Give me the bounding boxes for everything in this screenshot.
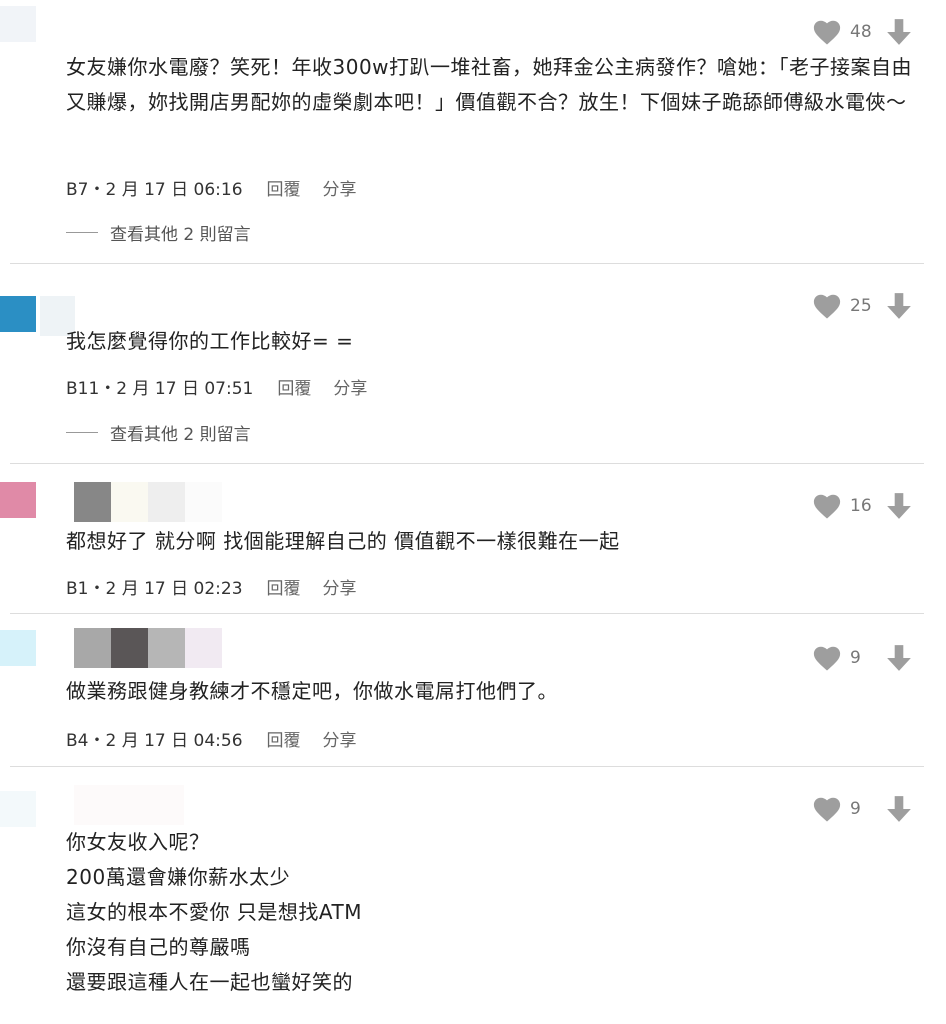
divider-line [66,232,98,233]
like-count: 48 [850,22,872,42]
like-count: 9 [850,648,861,668]
like-button[interactable]: 25 [812,292,880,320]
reply-button[interactable]: 回覆 [277,374,311,399]
comment-actions: 48 [812,18,912,46]
comment-line: 這女的根本不愛你 只是想找ATM [66,900,362,924]
share-button[interactable]: 分享 [333,374,367,399]
like-button[interactable]: 9 [812,644,880,672]
view-more-label: 查看其他 2 則留言 [110,225,251,245]
floor-date: B7・2 月 17 日 06:16 [66,180,243,200]
heart-icon [813,797,841,822]
divider-line [66,432,98,433]
comment-text: 做業務跟健身教練才不穩定吧，你做水電屌打他們了。 [66,679,558,703]
avatar[interactable] [0,630,36,666]
view-more-replies[interactable]: 查看其他 2 則留言 [66,420,251,445]
username-redacted [74,628,222,668]
comment-text: 我怎麼覺得你的工作比較好= = [66,329,354,353]
comment-line: 你女友收入呢？ [66,830,210,854]
comment-line: 你沒有自己的尊嚴嗎 [66,935,251,959]
heart-icon [813,646,841,671]
avatar[interactable] [0,791,36,827]
view-more-label: 查看其他 2 則留言 [110,425,251,445]
divider [10,263,924,264]
floor-date: B1・2 月 17 日 02:23 [66,579,243,599]
arrow-down-icon[interactable] [886,292,912,320]
view-more-replies[interactable]: 查看其他 2 則留言 [66,220,251,245]
arrow-down-icon[interactable] [886,795,912,823]
comment-actions: 9 [812,644,912,672]
heart-icon [813,494,841,519]
comment-meta: B7・2 月 17 日 06:16 回覆 分享 [66,175,357,200]
comment-meta: B1・2 月 17 日 02:23 回覆 分享 [66,574,357,599]
avatar[interactable] [0,296,36,332]
heart-icon [813,20,841,45]
comment-actions: 16 [812,492,912,520]
like-count: 25 [850,296,872,316]
comment-text: 女友嫌你水電廢？笑死！年收300w打趴一堆社畜，她拜金公主病發作？嗆她：「老子接… [66,55,913,114]
heart-icon [813,294,841,319]
divider [10,613,924,614]
arrow-down-icon[interactable] [886,644,912,672]
reply-button[interactable]: 回覆 [267,175,301,200]
arrow-down-icon[interactable] [886,18,912,46]
share-button[interactable]: 分享 [323,574,357,599]
reply-button[interactable]: 回覆 [267,574,301,599]
like-count: 16 [850,496,872,516]
comment-text: 都想好了 就分啊 找個能理解自己的 價值觀不一樣很難在一起 [66,529,620,553]
comment-text: 你女友收入呢？ 200萬還會嫌你薪水太少 這女的根本不愛你 只是想找ATM 你沒… [66,825,926,1000]
divider [10,463,924,464]
reply-button[interactable]: 回覆 [267,726,301,751]
floor-date: B4・2 月 17 日 04:56 [66,731,243,751]
comment-actions: 25 [812,292,912,320]
comment-line: 200萬還會嫌你薪水太少 [66,865,291,889]
like-button[interactable]: 9 [812,795,880,823]
comment-meta: B4・2 月 17 日 04:56 回覆 分享 [66,726,357,751]
like-button[interactable]: 48 [812,18,880,46]
divider [10,766,924,767]
avatar[interactable] [0,6,36,42]
like-count: 9 [850,799,861,819]
floor-date: B11・2 月 17 日 07:51 [66,379,254,399]
username-redacted [74,785,184,825]
username-redacted [74,482,222,522]
like-button[interactable]: 16 [812,492,880,520]
comment-line: 還要跟這種人在一起也蠻好笑的 [66,970,353,994]
avatar[interactable] [0,482,36,518]
share-button[interactable]: 分享 [323,175,357,200]
share-button[interactable]: 分享 [323,726,357,751]
arrow-down-icon[interactable] [886,492,912,520]
comment-actions: 9 [812,795,912,823]
comment-meta: B11・2 月 17 日 07:51 回覆 分享 [66,374,367,399]
